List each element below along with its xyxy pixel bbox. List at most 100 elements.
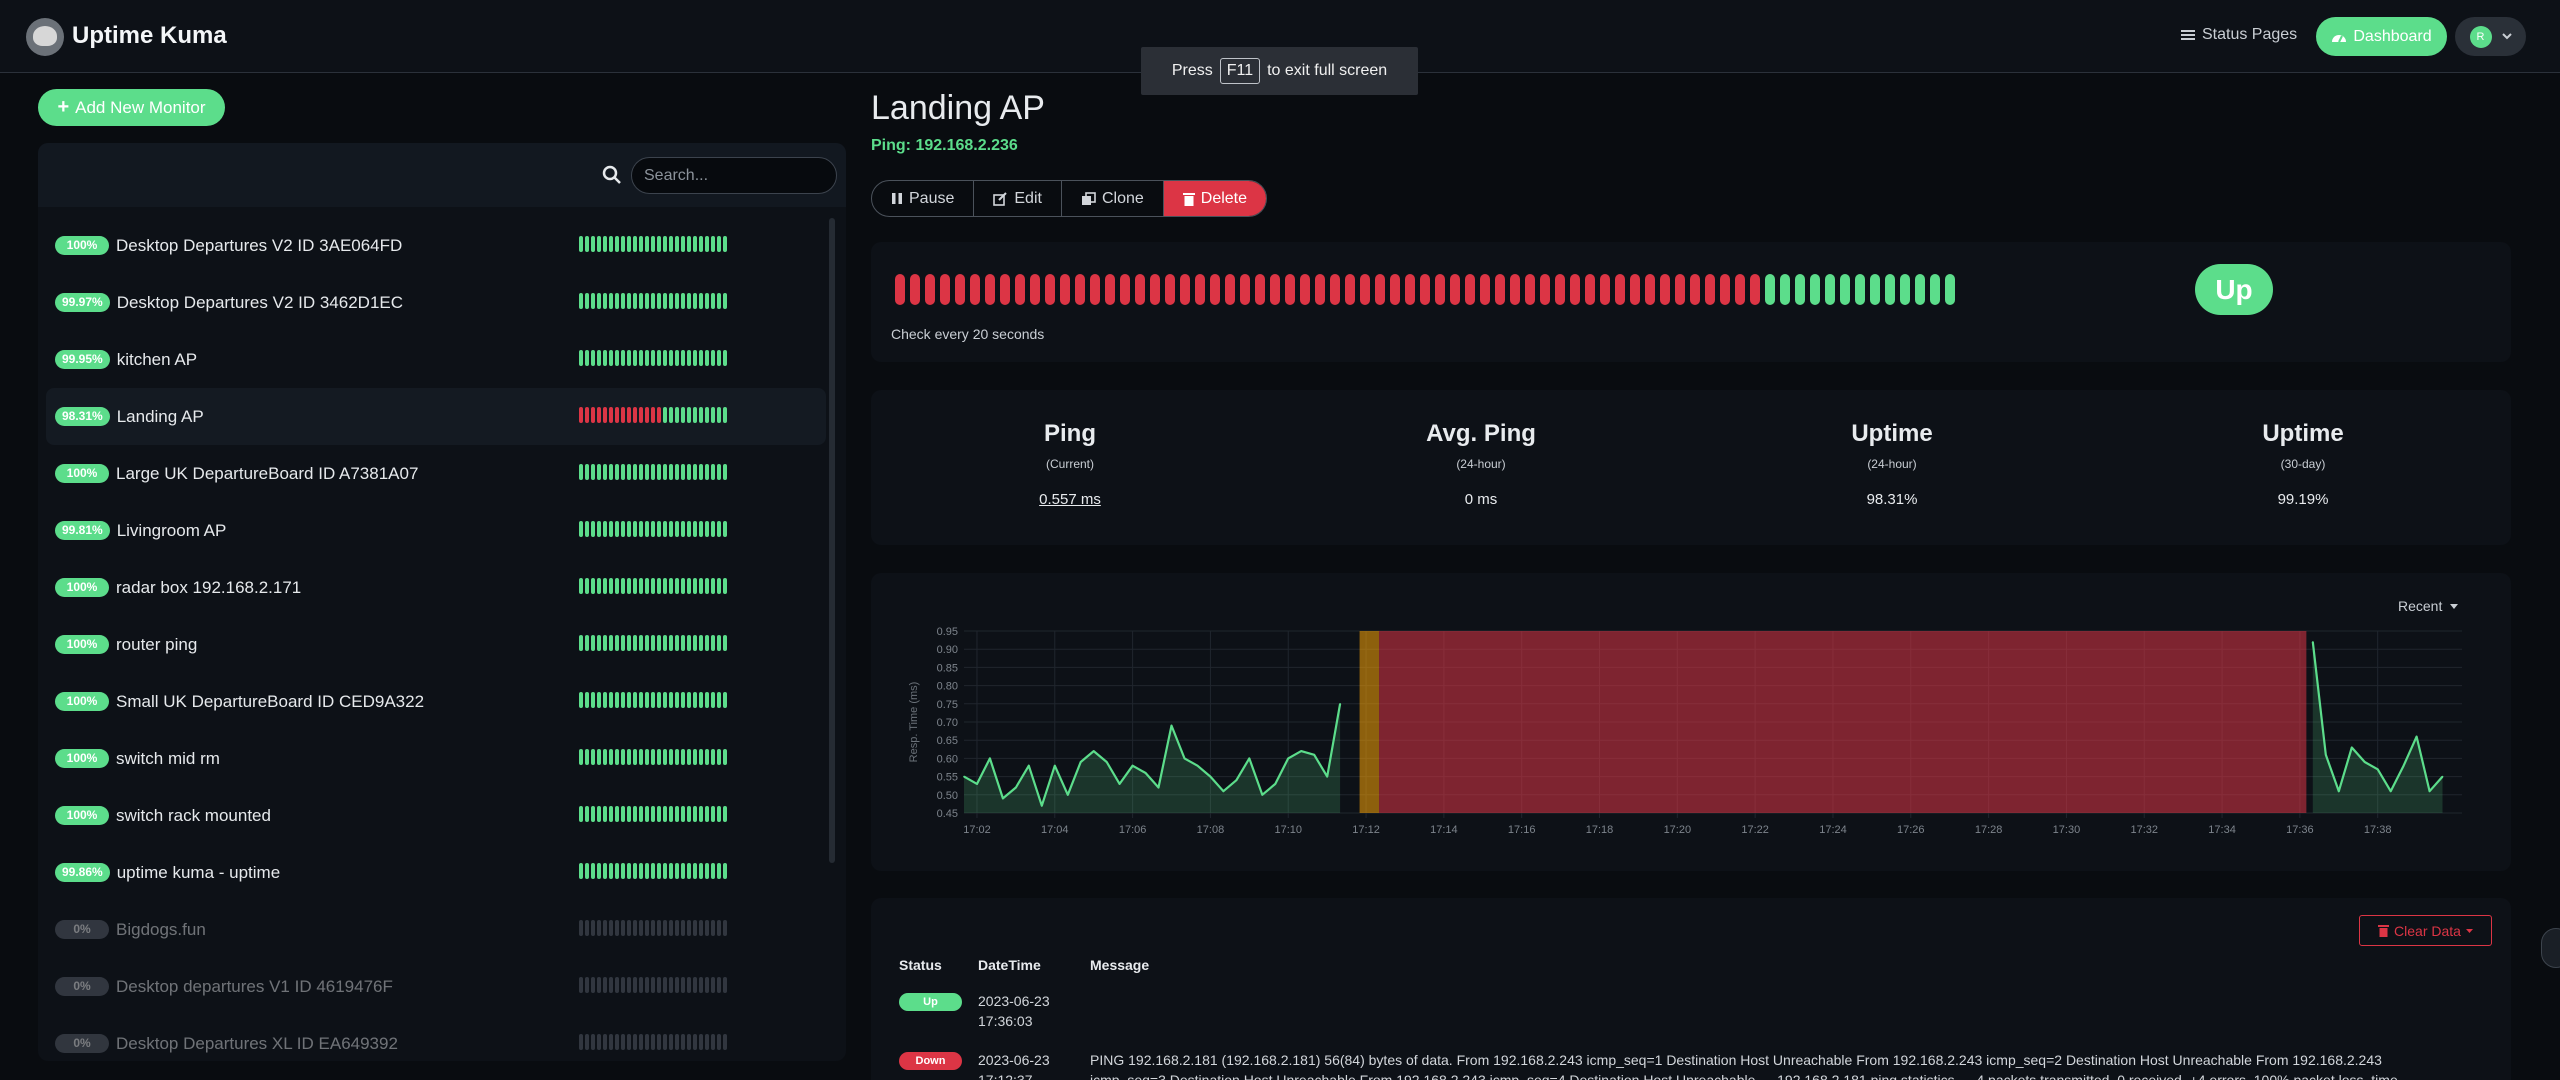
heartbeat-tick	[675, 236, 679, 252]
pause-button[interactable]: Pause	[872, 181, 975, 216]
data-point	[1196, 764, 1199, 767]
heartbeat-tick	[693, 578, 697, 594]
heartbeat-tick	[579, 578, 583, 594]
heartbeat-tick	[597, 977, 601, 993]
uptime-kuma-logo-icon[interactable]	[26, 18, 64, 56]
heartbeat-tick	[705, 407, 709, 423]
heartbeat-tick	[705, 578, 709, 594]
heartbeat-down	[1375, 274, 1385, 305]
monitor-list-item[interactable]: 99.81% Livingroom AP	[46, 502, 826, 559]
monitor-list-item[interactable]: 99.86% uptime kuma - uptime	[46, 844, 826, 901]
mini-heartbeat-bar	[579, 1034, 727, 1050]
heartbeat-tick	[717, 464, 721, 480]
uptime-badge: 100%	[55, 692, 109, 711]
heartbeat-tick	[681, 521, 685, 537]
heartbeat-tick	[687, 692, 691, 708]
heartbeat-tick	[603, 236, 607, 252]
x-tick-label: 17:28	[1975, 824, 2003, 836]
monitor-name: Large UK DepartureBoard ID A7381A07	[116, 463, 419, 483]
monitor-name: Desktop Departures V2 ID 3AE064FD	[116, 235, 403, 255]
fullscreen-tip-after: to exit full screen	[1267, 62, 1388, 79]
event-datetime: 2023-06-23 17:12:37	[978, 1050, 1088, 1080]
data-point	[1313, 753, 1315, 756]
clear-data-button[interactable]: Clear Data	[2359, 915, 2492, 946]
data-point	[2389, 790, 2392, 792]
collapse-panel-handle[interactable]	[2541, 928, 2560, 968]
heartbeat-tick	[579, 350, 583, 366]
add-new-monitor-button[interactable]: + Add New Monitor	[38, 89, 225, 126]
user-menu-button[interactable]: R	[2455, 17, 2526, 56]
monitor-list-item[interactable]: 100% Large UK DepartureBoard ID A7381A07	[46, 445, 826, 502]
heartbeat-tick	[675, 863, 679, 879]
uptime-badge: 100%	[55, 236, 109, 255]
heartbeat-tick	[717, 293, 721, 309]
heartbeat-tick	[723, 464, 727, 480]
heartbeat-tick	[621, 692, 625, 708]
stat-value-link[interactable]: 0.557 ms	[920, 491, 1220, 508]
heartbeat-tick	[597, 578, 601, 594]
monitor-list-item[interactable]: 0% Desktop departures V1 ID 4619476F	[46, 958, 826, 1015]
heartbeat-tick	[669, 977, 673, 993]
heartbeat-tick	[609, 749, 613, 765]
fullscreen-tooltip: Press F11 to exit full screen	[1141, 47, 1418, 95]
monitor-list-item[interactable]: 100% radar box 192.168.2.171	[46, 559, 826, 616]
heartbeat-tick	[639, 521, 643, 537]
heartbeat-tick	[651, 806, 655, 822]
monitor-name: Desktop Departures XL ID EA649392	[116, 1033, 398, 1053]
heartbeat-tick	[603, 293, 607, 309]
heartbeat-tick	[669, 407, 673, 423]
heartbeat-tick	[717, 236, 721, 252]
y-tick-label: 0.50	[937, 790, 958, 802]
heartbeat-tick	[615, 977, 619, 993]
heartbeat-tick	[609, 920, 613, 936]
dashboard-button[interactable]: Dashboard	[2316, 17, 2447, 56]
monitor-list-item[interactable]: 98.31% Landing AP	[46, 388, 826, 445]
monitor-list-item[interactable]: 100% switch mid rm	[46, 730, 826, 787]
heartbeat-tick	[579, 407, 583, 423]
monitor-list-scrollbar[interactable]	[829, 218, 835, 863]
app-title[interactable]: Uptime Kuma	[72, 22, 227, 50]
heartbeat-tick	[669, 350, 673, 366]
monitor-list-item[interactable]: 99.95% kitchen AP	[46, 331, 826, 388]
heartbeat-tick	[663, 578, 667, 594]
monitor-list-item[interactable]: 100% Desktop Departures V2 ID 3AE064FD	[46, 217, 826, 274]
heartbeat-tick	[693, 920, 697, 936]
heartbeat-tick	[585, 692, 589, 708]
search-icon[interactable]	[601, 164, 623, 186]
heartbeat-tick	[699, 407, 703, 423]
heartbeat-tick	[687, 293, 691, 309]
search-input[interactable]	[631, 157, 837, 194]
monitor-list-item[interactable]: 0% Desktop Departures XL ID EA649392	[46, 1015, 826, 1061]
monitor-list-item[interactable]: 99.97% Desktop Departures V2 ID 3462D1EC	[46, 274, 826, 331]
heartbeat-tick	[621, 293, 625, 309]
heartbeat-down	[1060, 274, 1070, 305]
delete-button[interactable]: Delete	[1163, 181, 1267, 216]
monitor-list-item[interactable]: 100% switch rack mounted	[46, 787, 826, 844]
edit-button[interactable]: Edit	[974, 181, 1062, 216]
monitor-list-item[interactable]: 100% router ping	[46, 616, 826, 673]
monitor-name: kitchen AP	[116, 349, 198, 369]
stats-card: Ping (Current) 0.557 ms Avg. Ping (24-ho…	[871, 390, 2511, 545]
clone-button[interactable]: Clone	[1062, 181, 1164, 216]
stat-title: Uptime	[2262, 420, 2344, 447]
data-point	[2441, 775, 2444, 778]
heartbeat-tick	[723, 806, 727, 822]
heartbeat-tick	[675, 521, 679, 537]
monitor-list-item[interactable]: 0% Bigdogs.fun	[46, 901, 826, 958]
heartbeat-tick	[579, 236, 583, 252]
heartbeat-tick	[645, 635, 649, 651]
heartbeat-tick	[579, 1034, 583, 1050]
heartbeat-tick	[681, 1034, 685, 1050]
heartbeat-tick	[579, 464, 583, 480]
monitor-name: Livingroom AP	[116, 520, 227, 540]
heartbeat-down	[1540, 274, 1550, 305]
heartbeat-tick	[633, 236, 637, 252]
status-pages-link[interactable]: Status Pages	[2181, 26, 2297, 44]
monitor-list-item[interactable]: 100% Small UK DepartureBoard ID CED9A322	[46, 673, 826, 730]
heartbeat-tick	[663, 521, 667, 537]
heartbeat-tick	[675, 407, 679, 423]
heartbeat-tick	[669, 806, 673, 822]
heartbeat-tick	[651, 635, 655, 651]
heartbeat-tick	[645, 977, 649, 993]
heartbeat-tick	[627, 920, 631, 936]
